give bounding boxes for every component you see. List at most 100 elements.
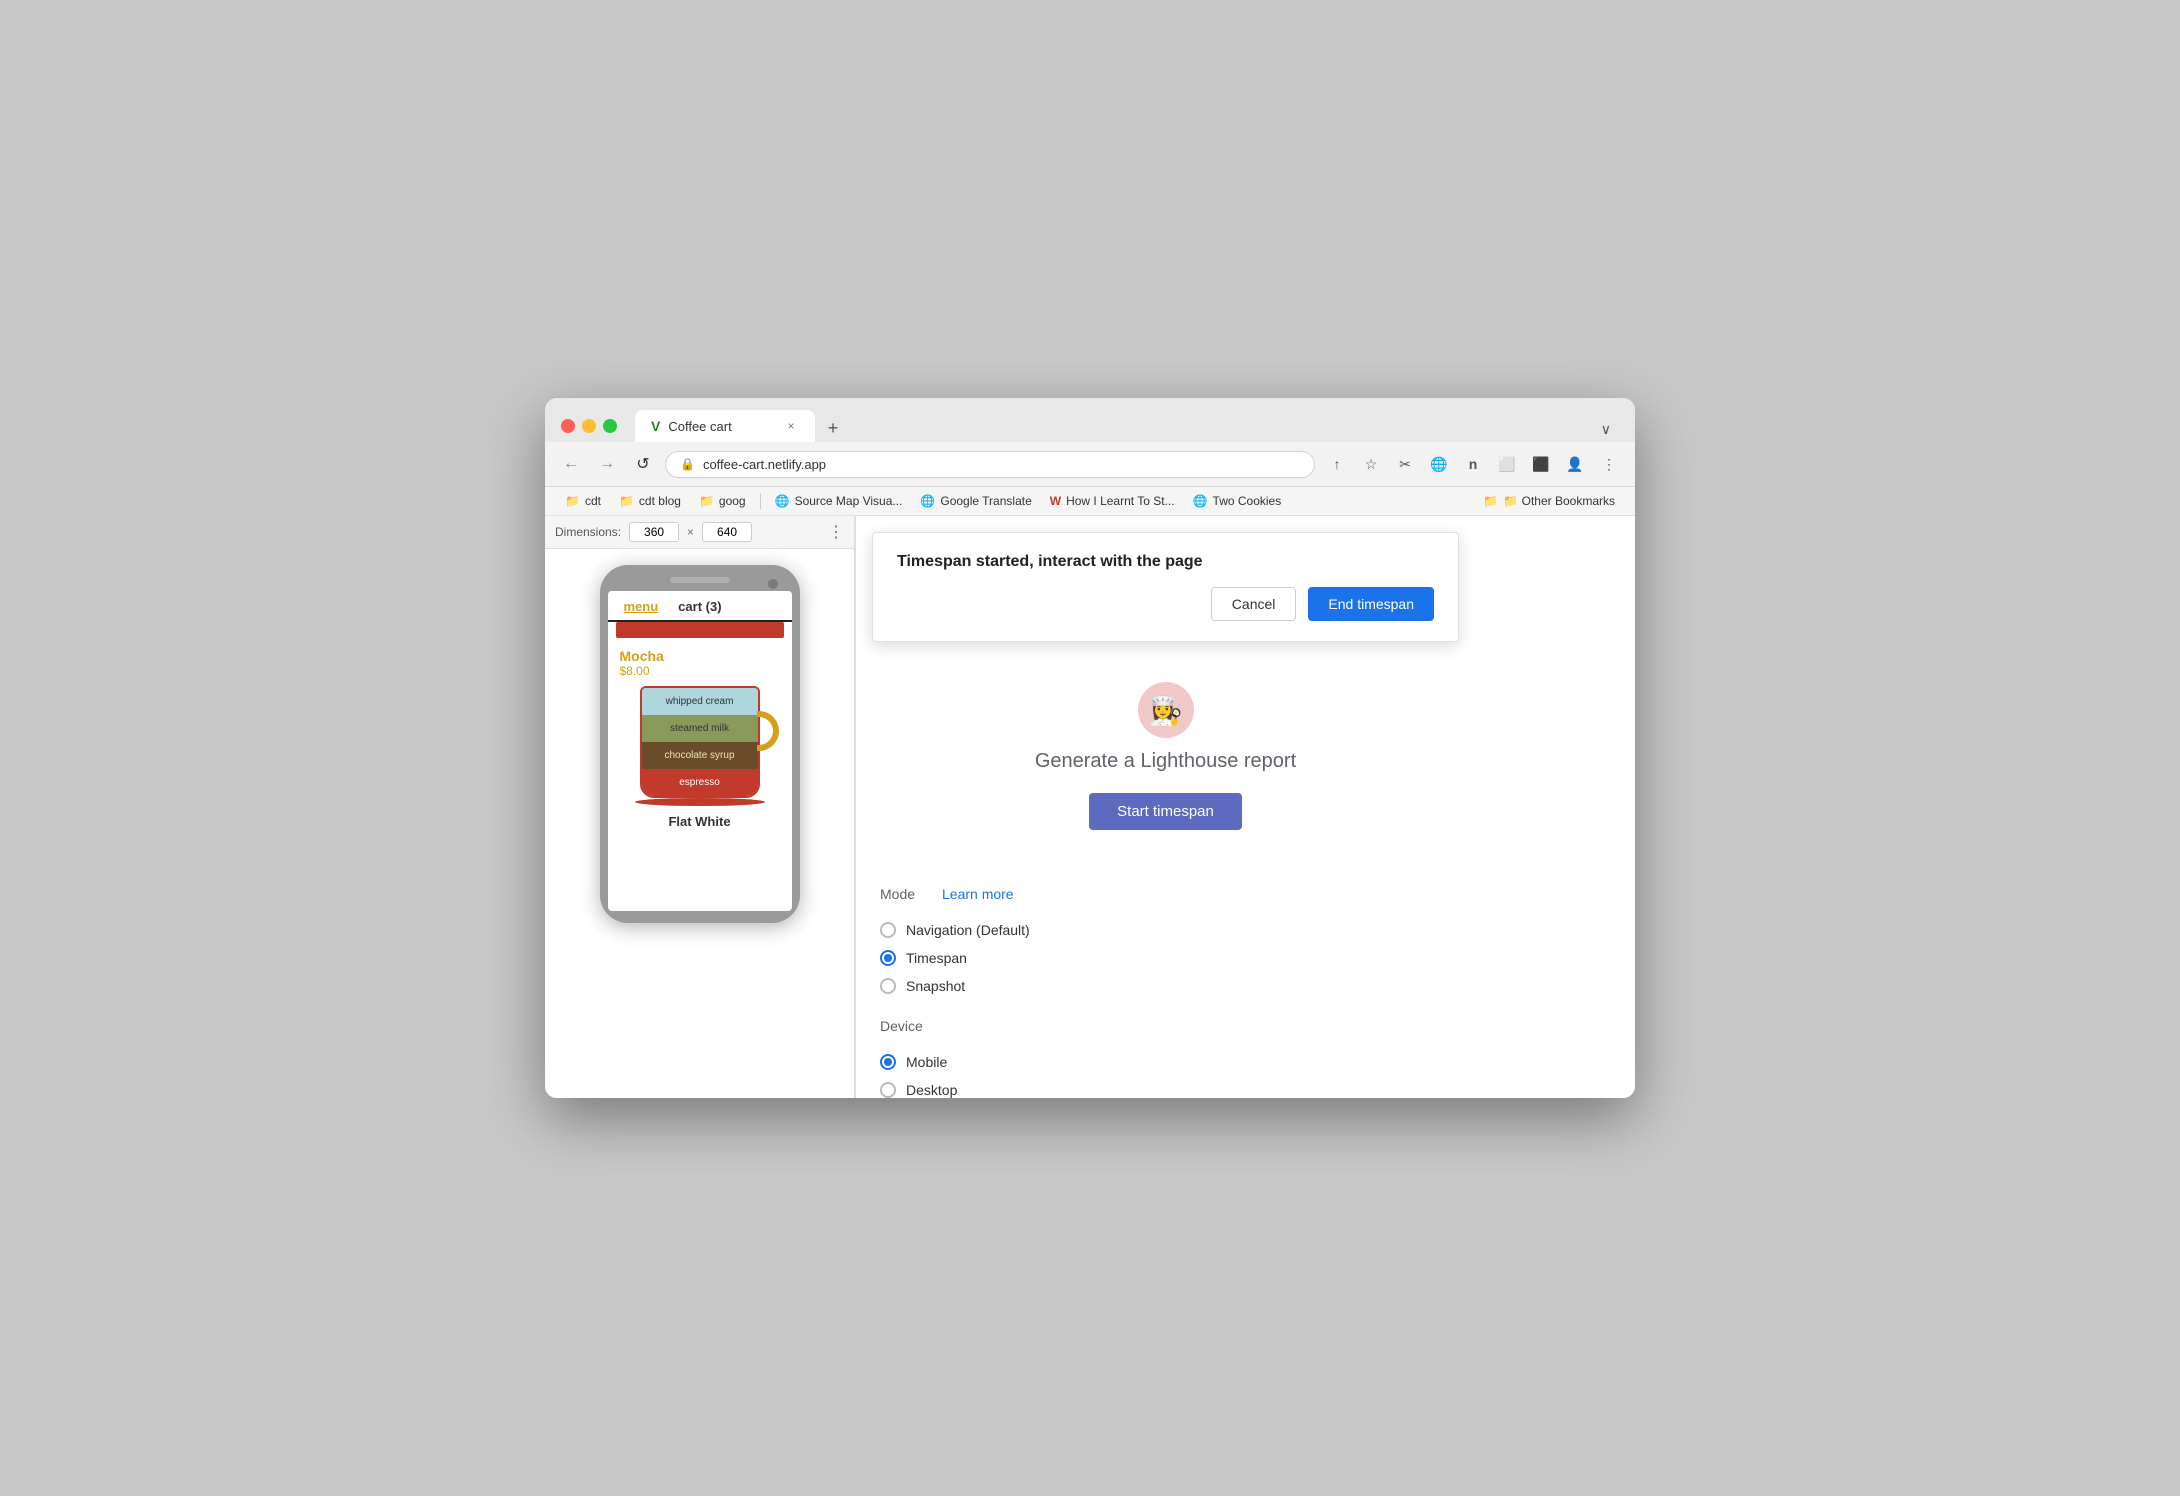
lighthouse-title: Generate a Lighthouse report xyxy=(1035,750,1296,773)
mode-option-timespan[interactable]: Timespan xyxy=(880,950,1451,966)
end-timespan-button[interactable]: End timespan xyxy=(1308,587,1434,621)
mode-label: Mode xyxy=(880,886,930,902)
timespan-buttons: Cancel End timespan xyxy=(897,587,1434,621)
layer-espresso: espresso xyxy=(642,769,758,796)
radio-navigation[interactable] xyxy=(880,922,896,938)
mode-options: Navigation (Default) Timespan Snapshot xyxy=(880,922,1451,994)
device-mobile-label: Mobile xyxy=(906,1054,947,1070)
lighthouse-icon: 👩‍🍳 xyxy=(1138,682,1194,738)
width-input[interactable] xyxy=(629,522,679,542)
bookmarks-bar: 📁 cdt 📁 cdt blog 📁 goog 🌐 Source Map Vis… xyxy=(545,487,1635,516)
device-option-mobile[interactable]: Mobile xyxy=(880,1054,1451,1070)
radio-mobile-dot xyxy=(884,1058,892,1066)
bookmark-label: cdt xyxy=(585,494,601,508)
extensions-icon[interactable]: ⬛ xyxy=(1527,450,1555,478)
share-icon[interactable]: ↑ xyxy=(1323,450,1351,478)
lighthouse-panel: Timespan started, interact with the page… xyxy=(855,516,1475,1098)
layer-chocolate-syrup: chocolate syrup xyxy=(642,742,758,769)
notion-icon[interactable]: n xyxy=(1459,450,1487,478)
cup-saucer xyxy=(635,798,765,806)
bookmark-translate[interactable]: 🌐 Google Translate xyxy=(912,491,1039,511)
folder-icon: 📁 xyxy=(1483,494,1498,508)
profile-icon[interactable]: 👤 xyxy=(1561,450,1589,478)
screenshot-icon[interactable]: ⬜ xyxy=(1493,450,1521,478)
layer-whipped-cream: whipped cream xyxy=(642,688,758,715)
phone-screen: menu cart (3) Mocha $8.00 wh xyxy=(608,591,792,911)
bookmark-cdt-blog[interactable]: 📁 cdt blog xyxy=(611,491,689,511)
dimensions-label: Dimensions: xyxy=(555,525,621,539)
phone-area: menu cart (3) Mocha $8.00 wh xyxy=(545,549,854,1098)
start-timespan-button[interactable]: Start timespan xyxy=(1089,793,1242,830)
site-icon: 🌐 xyxy=(1193,494,1208,508)
cart-tab[interactable]: cart (3) xyxy=(678,599,721,614)
bookmark-two-cookies[interactable]: 🌐 Two Cookies xyxy=(1185,491,1290,511)
title-bar: V Coffee cart × + ∨ xyxy=(545,398,1635,442)
dimension-separator: × xyxy=(687,525,694,539)
site-icon: 🌐 xyxy=(920,494,935,508)
minimize-button[interactable] xyxy=(582,419,596,433)
scissors-icon[interactable]: ✂ xyxy=(1391,450,1419,478)
radio-desktop[interactable] xyxy=(880,1082,896,1098)
active-tab[interactable]: V Coffee cart × xyxy=(635,410,815,442)
device-row: Device xyxy=(880,1018,1451,1034)
devtools-panel: Dimensions: × ⋮ menu cart (3) xyxy=(545,516,855,1098)
folder-icon: 📁 xyxy=(619,494,634,508)
bookmark-label: 📁 Other Bookmarks xyxy=(1503,494,1615,508)
maximize-button[interactable] xyxy=(603,419,617,433)
toolbar: ← → ↺ 🔒 coffee-cart.netlify.app ↑ ☆ ✂ 🌐 … xyxy=(545,442,1635,487)
device-option-desktop[interactable]: Desktop xyxy=(880,1082,1451,1098)
bookmark-source-map[interactable]: 🌐 Source Map Visua... xyxy=(767,491,911,511)
mode-snapshot-label: Snapshot xyxy=(906,978,965,994)
timespan-title: Timespan started, interact with the page xyxy=(897,553,1434,571)
new-tab-button[interactable]: + xyxy=(819,414,847,442)
tab-close-icon[interactable]: × xyxy=(783,418,799,434)
bookmark-how-i-learnt[interactable]: W How I Learnt To St... xyxy=(1042,491,1183,511)
product-price: $8.00 xyxy=(620,664,780,678)
device-label: Device xyxy=(880,1018,930,1034)
timespan-dialog: Timespan started, interact with the page… xyxy=(872,532,1459,642)
tab-more-button[interactable]: ∨ xyxy=(1593,417,1619,442)
mode-option-snapshot[interactable]: Snapshot xyxy=(880,978,1451,994)
cancel-button[interactable]: Cancel xyxy=(1211,587,1297,621)
bookmark-other[interactable]: 📁 📁 Other Bookmarks xyxy=(1475,491,1623,511)
menu-icon[interactable]: ⋮ xyxy=(1595,450,1623,478)
bookmark-label: How I Learnt To St... xyxy=(1066,494,1175,508)
radio-snapshot[interactable] xyxy=(880,978,896,994)
menu-tab[interactable]: menu xyxy=(624,599,659,614)
radio-timespan[interactable] xyxy=(880,950,896,966)
mode-section: Mode Learn more Navigation (Default) Tim… xyxy=(856,886,1475,1098)
address-bar[interactable]: 🔒 coffee-cart.netlify.app xyxy=(665,451,1315,478)
site-icon: W xyxy=(1050,494,1061,508)
promo-bar xyxy=(616,622,784,638)
bookmark-cdt[interactable]: 📁 cdt xyxy=(557,491,609,511)
toolbar-icons: ↑ ☆ ✂ 🌐 n ⬜ ⬛ 👤 ⋮ xyxy=(1323,450,1623,478)
mode-row: Mode Learn more xyxy=(880,886,1451,902)
lighthouse-content: 👩‍🍳 Generate a Lighthouse report Start t… xyxy=(856,658,1475,886)
reload-button[interactable]: ↺ xyxy=(629,450,657,478)
mode-option-navigation[interactable]: Navigation (Default) xyxy=(880,922,1451,938)
forward-button[interactable]: → xyxy=(593,450,621,478)
phone-speaker xyxy=(670,577,730,583)
bookmark-label: Google Translate xyxy=(940,494,1031,508)
traffic-lights xyxy=(561,419,617,433)
folder-icon: 📁 xyxy=(565,494,580,508)
bookmark-goog[interactable]: 📁 goog xyxy=(691,491,754,511)
height-input[interactable] xyxy=(702,522,752,542)
product-name: Mocha xyxy=(620,648,780,664)
devtools-more-icon[interactable]: ⋮ xyxy=(828,522,844,542)
cup-handle xyxy=(757,711,779,751)
mode-navigation-label: Navigation (Default) xyxy=(906,922,1030,938)
back-button[interactable]: ← xyxy=(557,450,585,478)
learn-more-link[interactable]: Learn more xyxy=(942,886,1014,902)
cup-body: whipped cream steamed milk chocolate syr… xyxy=(640,686,760,798)
folder-icon: 📁 xyxy=(699,494,714,508)
close-button[interactable] xyxy=(561,419,575,433)
mode-timespan-label: Timespan xyxy=(906,950,967,966)
translate-icon[interactable]: 🌐 xyxy=(1425,450,1453,478)
bookmark-separator xyxy=(760,493,761,509)
layer-steamed-milk: steamed milk xyxy=(642,715,758,742)
bookmark-label: cdt blog xyxy=(639,494,681,508)
radio-mobile[interactable] xyxy=(880,1054,896,1070)
bookmark-icon[interactable]: ☆ xyxy=(1357,450,1385,478)
bookmark-label: Source Map Visua... xyxy=(795,494,903,508)
